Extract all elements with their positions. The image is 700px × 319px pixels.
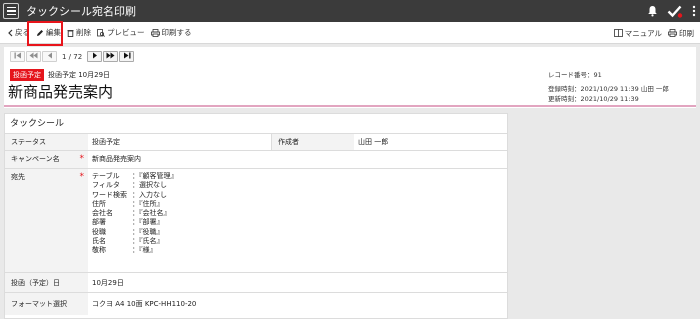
format-row: フォーマット選択 コクヨ A4 10面 KPC-HH110-20: [5, 293, 507, 315]
delete-label: 削除: [76, 28, 91, 37]
destination-row: 宛先 * テーブル ：『顧客管理』 フィルタ ：選択なし ワード検索 ：入力なし 住所…: [5, 169, 507, 273]
print-label: 印刷する: [161, 28, 192, 37]
printer-icon: [150, 28, 160, 37]
app-title: タックシール宛名印刷: [26, 5, 136, 18]
dest-line: 役職 ：『役職』: [92, 227, 164, 236]
mail-date-row: 投函（予定）日 10月29日: [5, 273, 507, 293]
mail-date-label: 投函（予定）日: [5, 273, 88, 292]
dest-line: 部署 ：『部署』: [92, 218, 164, 227]
record-title: 新商品発売案内: [8, 83, 114, 101]
status-date: 投函予定 10月29日: [48, 71, 111, 79]
record-toolbar: 戻る 編集 削除 プレビュー 印刷する マニュアル 印刷: [0, 22, 700, 44]
step-forward-button[interactable]: [87, 51, 103, 62]
play-right-icon: [92, 52, 98, 61]
more-vertical-icon[interactable]: [692, 5, 696, 17]
edit-button[interactable]: 編集: [36, 27, 61, 38]
dest-line: フィルタ ：選択なし: [92, 181, 167, 190]
author-label: 作成者: [271, 134, 354, 150]
dest-line: 氏名 ：『氏名』: [92, 237, 164, 246]
app-header: タックシール宛名印刷: [0, 0, 700, 22]
preview-button[interactable]: プレビュー: [97, 27, 145, 38]
destination-label-text: 宛先: [11, 173, 25, 181]
manual-button[interactable]: マニュアル: [613, 28, 662, 39]
hamburger-menu-button[interactable]: [3, 3, 19, 19]
dest-line: テーブル ：『顧客管理』: [92, 172, 178, 180]
edit-label: 編集: [46, 28, 61, 37]
campaign-label-text: キャンペーン名: [11, 155, 60, 163]
required-mark: *: [79, 172, 85, 182]
record-number: レコード番号：91: [548, 71, 602, 79]
back-button[interactable]: 戻る: [8, 27, 30, 38]
destination-label: 宛先 *: [5, 169, 88, 272]
dest-line: ワード検索 ：入力なし: [92, 190, 167, 199]
prev-record-button[interactable]: [26, 51, 41, 62]
campaign-row: キャンペーン名 * 新商品発売案内: [5, 151, 507, 169]
record-header: 1 / 72 投函予定 投函予定 10月29日 新商品発売案内 レコード番号：9…: [4, 47, 696, 108]
last-record-button[interactable]: [119, 51, 135, 62]
print-right-button[interactable]: 印刷: [668, 28, 694, 39]
step-back-button[interactable]: [42, 51, 57, 62]
play-left-icon: [47, 52, 53, 61]
delete-button[interactable]: 削除: [67, 27, 91, 38]
printer-icon: [668, 29, 677, 37]
registered-time: 登録時刻：2021/10/29 11:39 山田 一郎: [548, 85, 669, 93]
status-value: 投函予定: [92, 138, 120, 146]
book-icon: [613, 29, 623, 37]
skip-first-icon: [14, 52, 22, 61]
updated-time: 更新時刻：2021/10/29 11:39: [548, 95, 639, 103]
campaign-label: キャンペーン名 *: [5, 151, 88, 168]
mail-date-value: 10月29日: [92, 279, 124, 287]
checkmark-icon[interactable]: [667, 5, 683, 18]
chevron-left-icon: [8, 29, 13, 37]
record-detail: タックシール ステータス 投函予定 作成者 山田 一郎 キャンペーン名 * 新商…: [4, 113, 508, 319]
destination-value: テーブル ：『顧客管理』 フィルタ ：選択なし ワード検索 ：入力なし 住所 ：『住所』…: [88, 169, 507, 272]
first-record-button[interactable]: [10, 51, 25, 62]
rewind-icon: [29, 52, 38, 61]
header-divider: [4, 105, 696, 107]
status-row: 投函予定 投函予定 10月29日: [10, 69, 110, 81]
manual-label: マニュアル: [624, 28, 662, 38]
status-row-field: ステータス 投函予定 作成者 山田 一郎: [5, 134, 507, 151]
campaign-value: 新商品発売案内: [92, 155, 141, 163]
pencil-icon: [36, 29, 44, 37]
trash-icon: [67, 29, 74, 37]
required-mark: *: [79, 154, 85, 164]
dest-line: 敬称 ：『様』: [92, 246, 157, 255]
preview-label: プレビュー: [107, 28, 145, 37]
preview-icon: [97, 28, 105, 37]
status-badge: 投函予定: [10, 69, 44, 81]
skip-last-icon: [123, 52, 131, 61]
section-title: タックシール: [5, 114, 507, 134]
format-value: コクヨ A4 10面 KPC-HH110-20: [92, 300, 197, 308]
author-value: 山田 一郎: [358, 138, 389, 146]
next-record-button[interactable]: [103, 51, 119, 62]
record-count: 1 / 72: [62, 52, 83, 61]
print-right-label: 印刷: [679, 28, 694, 38]
dest-line: 住所 ：『住所』: [92, 199, 164, 208]
print-button[interactable]: 印刷する: [150, 27, 192, 38]
status-label: ステータス: [5, 134, 88, 150]
record-pager: 1 / 72: [10, 51, 135, 62]
back-label: 戻る: [15, 28, 30, 37]
fast-forward-icon: [106, 52, 115, 61]
bell-icon[interactable]: [647, 5, 658, 17]
format-label: フォーマット選択: [5, 293, 88, 315]
